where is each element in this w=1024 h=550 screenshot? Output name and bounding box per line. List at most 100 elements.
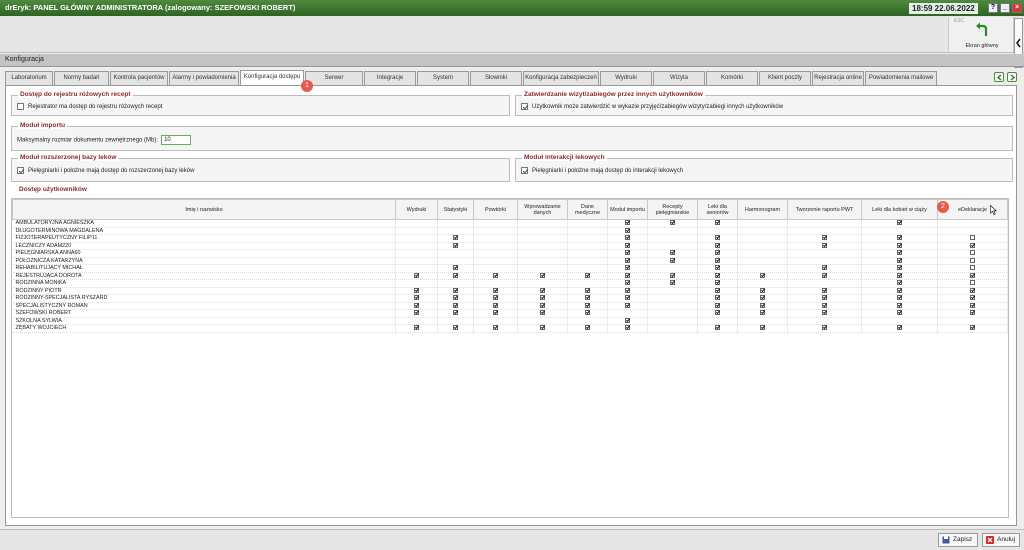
- permission-checkbox[interactable]: [897, 242, 902, 248]
- permission-checkbox[interactable]: [970, 242, 975, 248]
- permission-cell[interactable]: [937, 272, 1008, 280]
- permission-checkbox[interactable]: [970, 280, 975, 286]
- permission-cell[interactable]: [937, 257, 1008, 265]
- permission-checkbox[interactable]: [540, 302, 545, 308]
- permission-checkbox[interactable]: [414, 287, 419, 293]
- permission-cell[interactable]: [437, 219, 474, 228]
- permission-cell[interactable]: [473, 272, 518, 280]
- permission-cell[interactable]: [395, 287, 438, 295]
- tab-14[interactable]: Rejestracja online: [812, 71, 864, 85]
- permission-cell[interactable]: [517, 264, 568, 273]
- permission-checkbox[interactable]: [715, 287, 720, 293]
- permission-cell[interactable]: [437, 257, 474, 265]
- permission-cell[interactable]: [647, 242, 698, 250]
- permission-cell[interactable]: [395, 227, 438, 235]
- permission-cell[interactable]: [437, 249, 474, 258]
- permission-checkbox[interactable]: [970, 295, 975, 301]
- permission-cell[interactable]: [473, 324, 518, 333]
- permission-checkbox[interactable]: [414, 272, 419, 278]
- permission-cell[interactable]: [567, 257, 608, 265]
- column-header[interactable]: Dane medyczne: [567, 199, 608, 220]
- permission-cell[interactable]: [473, 257, 518, 265]
- permission-checkbox[interactable]: [585, 302, 590, 308]
- permission-cell[interactable]: [737, 294, 788, 303]
- permission-cell[interactable]: [697, 279, 738, 288]
- permission-cell[interactable]: [861, 294, 938, 303]
- permission-cell[interactable]: [861, 324, 938, 333]
- permission-checkbox[interactable]: [970, 265, 975, 271]
- permission-cell[interactable]: [697, 309, 738, 318]
- permission-checkbox[interactable]: [540, 272, 545, 278]
- permission-cell[interactable]: [737, 234, 788, 243]
- permission-cell[interactable]: [861, 227, 938, 235]
- permission-cell[interactable]: [647, 324, 698, 333]
- permission-checkbox[interactable]: [493, 272, 498, 278]
- close-button[interactable]: ×: [1012, 3, 1022, 13]
- permission-checkbox[interactable]: [453, 287, 458, 293]
- permission-checkbox[interactable]: [414, 302, 419, 308]
- permission-checkbox[interactable]: [715, 302, 720, 308]
- permission-checkbox[interactable]: [897, 257, 902, 263]
- permission-cell[interactable]: [607, 279, 648, 288]
- permission-cell[interactable]: [607, 234, 648, 243]
- permission-checkbox[interactable]: [715, 265, 720, 271]
- permission-cell[interactable]: [861, 219, 938, 228]
- permission-cell[interactable]: [737, 257, 788, 265]
- permission-cell[interactable]: [607, 227, 648, 235]
- permission-cell[interactable]: [517, 249, 568, 258]
- permission-cell[interactable]: [567, 264, 608, 273]
- tab-12[interactable]: Komórki: [706, 71, 758, 85]
- permission-checkbox[interactable]: [897, 250, 902, 256]
- table-row[interactable]: SPECJALISTYCZNY ROMAN: [12, 302, 1008, 310]
- permission-cell[interactable]: [787, 249, 862, 258]
- permission-checkbox[interactable]: [493, 310, 498, 316]
- permission-checkbox[interactable]: [540, 310, 545, 316]
- help-button[interactable]: ?: [988, 3, 998, 13]
- permission-cell[interactable]: [937, 264, 1008, 273]
- permission-cell[interactable]: [473, 249, 518, 258]
- permission-cell[interactable]: [607, 324, 648, 333]
- permission-cell[interactable]: [787, 227, 862, 235]
- permission-checkbox[interactable]: [625, 280, 630, 286]
- permission-checkbox[interactable]: [822, 325, 827, 331]
- permission-cell[interactable]: [517, 287, 568, 295]
- table-row[interactable]: RODZINNA MONIKA: [12, 279, 1008, 288]
- tab-9[interactable]: Konfiguracja zabezpieczeń: [523, 71, 599, 85]
- permission-cell[interactable]: [737, 287, 788, 295]
- permission-checkbox[interactable]: [822, 295, 827, 301]
- permission-cell[interactable]: [647, 219, 698, 228]
- tab-4[interactable]: Konfiguracja dostępu: [240, 70, 304, 86]
- permission-cell[interactable]: [517, 317, 568, 325]
- permission-cell[interactable]: [567, 279, 608, 288]
- permission-cell[interactable]: [787, 309, 862, 318]
- column-header[interactable]: Imię i nazwisko: [12, 199, 396, 220]
- permission-cell[interactable]: [937, 287, 1008, 295]
- permission-checkbox[interactable]: [493, 287, 498, 293]
- permission-cell[interactable]: [607, 317, 648, 325]
- permission-cell[interactable]: [567, 309, 608, 318]
- permission-checkbox[interactable]: [414, 310, 419, 316]
- table-row[interactable]: REJESTRUJĄCA DOROTA: [12, 272, 1008, 280]
- permission-cell[interactable]: [737, 242, 788, 250]
- permission-cell[interactable]: [697, 287, 738, 295]
- permission-checkbox[interactable]: [585, 295, 590, 301]
- permission-cell[interactable]: [567, 249, 608, 258]
- permission-cell[interactable]: [697, 242, 738, 250]
- permission-cell[interactable]: [787, 317, 862, 325]
- tab-1[interactable]: Normy badań: [54, 71, 109, 85]
- permission-cell[interactable]: [937, 309, 1008, 318]
- permission-cell[interactable]: [737, 302, 788, 310]
- permission-cell[interactable]: [567, 287, 608, 295]
- permission-checkbox[interactable]: [625, 265, 630, 271]
- permission-checkbox[interactable]: [414, 295, 419, 301]
- permission-cell[interactable]: [861, 249, 938, 258]
- permission-cell[interactable]: [517, 302, 568, 310]
- permission-checkbox[interactable]: [453, 325, 458, 331]
- permission-cell[interactable]: [697, 317, 738, 325]
- permission-cell[interactable]: [473, 264, 518, 273]
- permission-cell[interactable]: [437, 264, 474, 273]
- permission-cell[interactable]: [607, 294, 648, 303]
- permission-cell[interactable]: [861, 279, 938, 288]
- permission-checkbox[interactable]: [715, 235, 720, 241]
- permission-cell[interactable]: [567, 227, 608, 235]
